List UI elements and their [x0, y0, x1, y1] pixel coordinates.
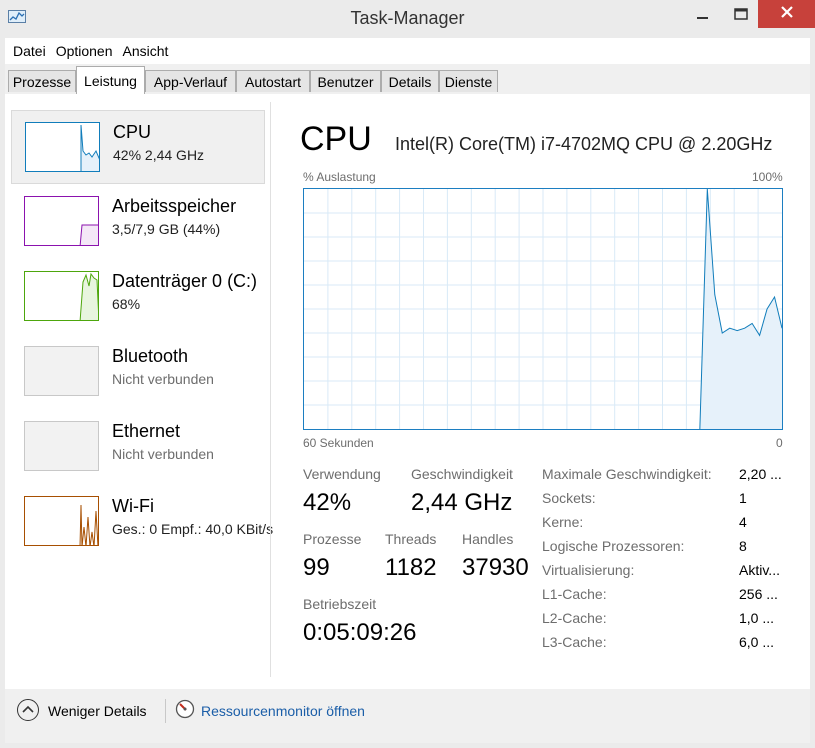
threads-label: Threads — [385, 531, 437, 547]
speed-value: 2,44 GHz — [411, 489, 513, 516]
spec-l3-label: L3-Cache: — [542, 634, 607, 650]
spec-logical-label: Logische Prozessoren: — [542, 538, 685, 554]
uptime-label: Betriebszeit — [303, 596, 377, 612]
resource-memory-name: Arbeitsspeicher — [112, 196, 237, 216]
resource-ethernet[interactable]: Ethernet Nicht verbunden — [11, 410, 265, 484]
maximize-button[interactable] — [724, 2, 758, 29]
usage-label: Verwendung — [303, 466, 381, 482]
minimize-icon — [697, 7, 709, 25]
resource-list: CPU 42% 2,44 GHz Arbeitsspeicher 3,5/7,9… — [5, 94, 273, 689]
speed-label: Geschwindigkeit — [411, 466, 513, 482]
tab-autostart[interactable]: Autostart — [236, 70, 310, 92]
task-manager-window: Task-Manager Datei Optionen Ansicht Proz… — [0, 0, 815, 748]
spec-logical-value: 8 — [739, 538, 747, 554]
cpu-model: Intel(R) Core(TM) i7-4702MQ CPU @ 2.20GH… — [395, 134, 773, 154]
spec-cores-label: Kerne: — [542, 514, 584, 530]
fewer-details-button[interactable]: Weniger Details — [48, 703, 147, 719]
resource-bluetooth[interactable]: Bluetooth Nicht verbunden — [11, 335, 265, 409]
resource-memory[interactable]: Arbeitsspeicher 3,5/7,9 GB (44%) — [11, 185, 265, 259]
handles-value: 37930 — [462, 554, 529, 581]
menu-datei[interactable]: Datei — [13, 43, 46, 59]
spec-max-speed-label: Maximale Geschwindigkeit: — [542, 466, 712, 482]
spec-sockets-value: 1 — [739, 490, 747, 506]
cpu-usage-graph — [303, 188, 783, 430]
resource-cpu[interactable]: CPU 42% 2,44 GHz — [11, 110, 265, 184]
spec-l3-value: 6,0 ... — [739, 634, 775, 650]
resource-memory-sub: 3,5/7,9 GB (44%) — [112, 221, 221, 237]
open-resource-monitor-link[interactable]: Ressourcenmonitor öffnen — [201, 703, 365, 719]
fewer-details-toggle[interactable] — [17, 699, 39, 721]
graph-y-label: % Auslastung — [303, 170, 376, 184]
spec-virtualization-value: Aktiv... — [739, 562, 780, 578]
footer-separator — [165, 699, 166, 723]
tab-prozesse[interactable]: Prozesse — [8, 70, 76, 92]
spec-l1-label: L1-Cache: — [542, 586, 607, 602]
usage-value: 42% — [303, 489, 352, 516]
resource-cpu-name: CPU — [113, 122, 152, 142]
tab-benutzer[interactable]: Benutzer — [310, 70, 381, 92]
spec-l2-value: 1,0 ... — [739, 610, 775, 626]
spec-max-speed-value: 2,20 ... — [739, 466, 782, 482]
spec-l1-value: 256 ... — [739, 586, 778, 602]
tab-leistung[interactable]: Leistung — [76, 66, 145, 94]
graph-y-max: 100% — [752, 170, 783, 184]
resource-bluetooth-sub: Nicht verbunden — [112, 371, 214, 387]
resource-disk-name: Datenträger 0 (C:) — [112, 271, 258, 291]
title-bar[interactable]: Task-Manager — [0, 0, 815, 38]
ethernet-thumbnail — [24, 421, 99, 471]
spec-sockets-label: Sockets: — [542, 490, 596, 506]
tab-app-verlauf[interactable]: App-Verlauf — [145, 70, 236, 92]
memory-thumbnail — [24, 196, 99, 246]
minimize-button[interactable] — [682, 2, 724, 29]
resource-disk-sub: 68% — [112, 296, 141, 312]
tab-bar: Prozesse Leistung App-Verlauf Autostart … — [5, 64, 810, 95]
uptime-value: 0:05:09:26 — [303, 619, 417, 646]
threads-value: 1182 — [385, 554, 437, 581]
cpu-usage-chart — [304, 188, 783, 430]
resource-wifi[interactable]: Wi-Fi Ges.: 0 Empf.: 40,0 KBit/s — [11, 485, 273, 559]
menu-optionen[interactable]: Optionen — [56, 43, 113, 59]
detail-title: CPU — [300, 120, 372, 158]
resource-cpu-sub: 42% 2,44 GHz — [113, 147, 205, 163]
tab-dienste[interactable]: Dienste — [439, 70, 498, 92]
footer-bar: Weniger Details Ressourcenmonitor öffnen — [5, 689, 810, 743]
processes-value: 99 — [303, 554, 330, 581]
resource-wifi-name: Wi-Fi — [112, 496, 154, 516]
bluetooth-thumbnail — [24, 346, 99, 396]
spec-cores-value: 4 — [739, 514, 747, 530]
resource-wifi-sub: Ges.: 0 Empf.: 40,0 KBit/s — [112, 521, 274, 537]
cpu-thumbnail — [25, 122, 100, 172]
menu-bar: Datei Optionen Ansicht — [5, 38, 810, 64]
resource-monitor-icon[interactable] — [175, 699, 195, 719]
tab-details[interactable]: Details — [381, 70, 439, 92]
graph-x-label: 60 Sekunden — [303, 436, 374, 450]
maximize-icon — [734, 7, 748, 25]
spec-l2-label: L2-Cache: — [542, 610, 607, 626]
menu-ansicht[interactable]: Ansicht — [123, 43, 169, 59]
resource-disk[interactable]: Datenträger 0 (C:) 68% — [11, 260, 265, 334]
resource-ethernet-name: Ethernet — [112, 421, 181, 441]
processes-label: Prozesse — [303, 531, 362, 547]
close-icon — [780, 5, 794, 24]
graph-x-end: 0 — [776, 436, 783, 450]
spec-virtualization-label: Virtualisierung: — [542, 562, 635, 578]
close-button[interactable] — [758, 0, 815, 28]
resource-bluetooth-name: Bluetooth — [112, 346, 189, 366]
resource-ethernet-sub: Nicht verbunden — [112, 446, 214, 462]
handles-label: Handles — [462, 531, 514, 547]
performance-panel: CPU 42% 2,44 GHz Arbeitsspeicher 3,5/7,9… — [5, 94, 810, 689]
panel-divider — [270, 102, 271, 677]
disk-thumbnail — [24, 271, 99, 321]
wifi-thumbnail — [24, 496, 99, 546]
